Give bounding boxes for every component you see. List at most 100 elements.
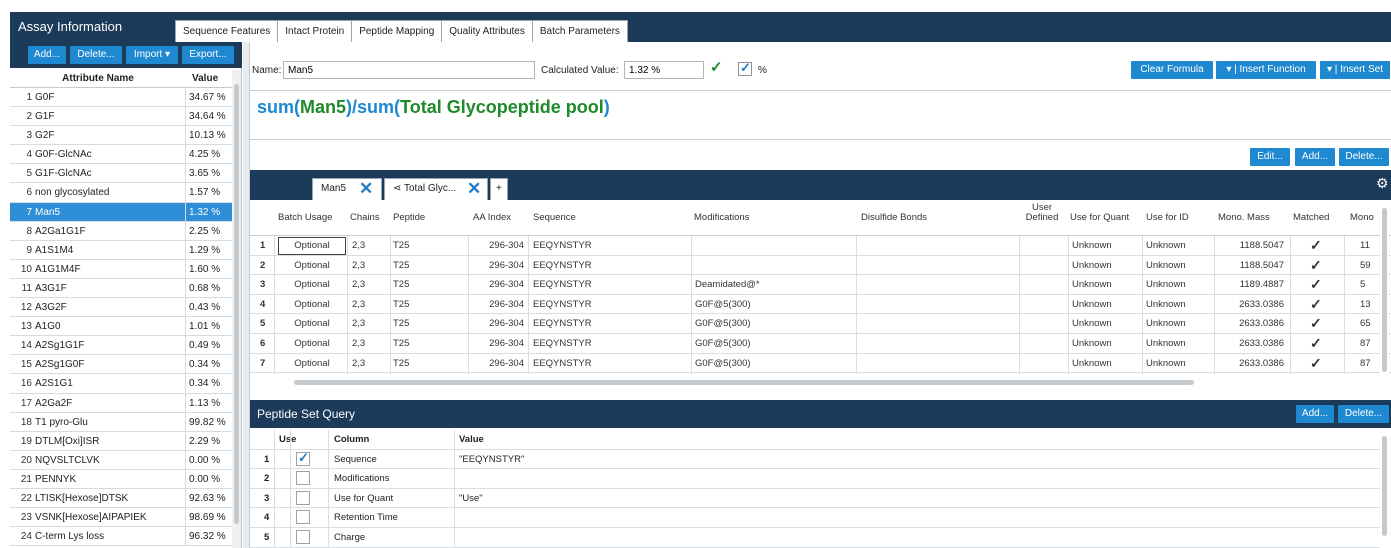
grid-header-aa-index[interactable]: AA Index: [473, 212, 511, 223]
tab-man5[interactable]: Man5 ✕: [312, 178, 382, 200]
tab-peptide-mapping[interactable]: Peptide Mapping: [351, 20, 443, 42]
grid-header-sequence[interactable]: Sequence: [533, 212, 576, 223]
grid-header-modifications[interactable]: Modifications: [694, 212, 749, 223]
attribute-row[interactable]: 18 T1 pyro-Glu 99.82 %: [10, 412, 232, 432]
attribute-row[interactable]: 15 A2Sg1G0F 0.34 %: [10, 355, 232, 375]
grid-header-peptide[interactable]: Peptide: [393, 212, 425, 223]
attribute-row[interactable]: 12 A3G2F 0.43 %: [10, 298, 232, 318]
import-button[interactable]: Import ▾: [126, 46, 178, 64]
close-icon[interactable]: ✕: [359, 179, 373, 199]
query-scroll-thumb[interactable]: [1382, 436, 1387, 536]
attribute-row[interactable]: 19 DTLM[Oxi]ISR 2.29 %: [10, 431, 232, 451]
tab-total-glycopeptide[interactable]: ⋖ Total Glyc... ✕: [384, 178, 488, 200]
clear-formula-button[interactable]: Clear Formula: [1131, 61, 1213, 79]
attribute-row[interactable]: 13 A1G0 1.01 %: [10, 317, 232, 337]
batch-usage-cell[interactable]: Optional: [278, 354, 346, 374]
attribute-row[interactable]: 8 A2Ga1G1F 2.25 %: [10, 221, 232, 241]
batch-usage-cell[interactable]: Optional: [278, 237, 346, 255]
attribute-value-header[interactable]: Value: [186, 70, 232, 87]
query-row[interactable]: 3 Use for Quant "Use": [250, 489, 1380, 509]
attribute-row[interactable]: 21 PENNYK 0.00 %: [10, 469, 232, 489]
query-row[interactable]: 1 ✓ Sequence "EEQYNSTYR": [250, 450, 1380, 470]
edit-button[interactable]: Edit...: [1250, 148, 1290, 166]
grid-header-use-for-id[interactable]: Use for ID: [1146, 212, 1189, 223]
grid-header-mono-mass[interactable]: Mono. Mass: [1218, 212, 1270, 223]
attribute-scrollbar[interactable]: [232, 70, 241, 548]
insert-set-button[interactable]: ▾ | Insert Set: [1320, 61, 1390, 79]
batch-usage-cell[interactable]: Optional: [278, 275, 346, 295]
use-checkbox[interactable]: [296, 490, 310, 505]
attribute-row[interactable]: 24 C-term Lys loss 96.32 %: [10, 527, 232, 547]
export-button[interactable]: Export...: [182, 46, 234, 64]
add-button[interactable]: Add...: [1295, 148, 1335, 166]
use-checkbox[interactable]: [296, 471, 310, 486]
attribute-name-header[interactable]: Attribute Name: [10, 70, 186, 87]
query-add-button[interactable]: Add...: [1296, 405, 1334, 423]
grid-header-disulfide-bonds[interactable]: Disulfide Bonds: [861, 212, 927, 223]
grid-vertical-thumb[interactable]: [1382, 208, 1387, 372]
add-attribute-button[interactable]: Add...: [28, 46, 66, 64]
grid-header-user-defined[interactable]: User Defined: [1024, 203, 1060, 223]
grid-header-batch-usage[interactable]: Batch Usage: [278, 212, 332, 223]
grid-header-chains[interactable]: Chains: [350, 212, 380, 223]
attribute-row[interactable]: 20 NQVSLTCLVK 0.00 %: [10, 450, 232, 470]
attribute-row[interactable]: 2 G1F 34.64 %: [10, 107, 232, 127]
table-row[interactable]: 1 Optional 2,3 T25 296-304 EEQYNSTYR Unknown Un…: [250, 236, 1391, 256]
percent-checkbox[interactable]: ✓: [738, 60, 752, 76]
attribute-row[interactable]: 17 A2Ga2F 1.13 %: [10, 393, 232, 413]
insert-function-button[interactable]: ▾ | Insert Function: [1216, 61, 1316, 79]
attribute-row[interactable]: 3 G2F 10.13 %: [10, 126, 232, 146]
query-scrollbar[interactable]: [1380, 430, 1389, 548]
table-row[interactable]: 6 Optional 2,3 T25 296-304 EEQYNSTYR G0F@5(300…: [250, 334, 1391, 354]
grid-header-use-for-quant[interactable]: Use for Quant: [1070, 212, 1129, 223]
close-icon[interactable]: ✕: [467, 179, 481, 199]
table-row[interactable]: 3 Optional 2,3 T25 296-304 EEQYNSTYR Deamidate…: [250, 275, 1391, 295]
attribute-row[interactable]: 14 A2Sg1G1F 0.49 %: [10, 336, 232, 356]
batch-usage-cell[interactable]: Optional: [278, 295, 346, 315]
attribute-row[interactable]: 4 G0F-GlcNAc 4.25 %: [10, 145, 232, 165]
tab-quality-attributes[interactable]: Quality Attributes: [441, 20, 533, 42]
attribute-row[interactable]: 10 A1G1M4F 1.60 %: [10, 259, 232, 279]
query-delete-button[interactable]: Delete...: [1338, 405, 1389, 423]
grid-vertical-scrollbar[interactable]: [1380, 202, 1389, 378]
formula-editor[interactable]: sum(Man5)/sum(Total Glycopeptide pool): [250, 90, 1391, 140]
tab-sequence-features[interactable]: Sequence Features: [175, 20, 279, 42]
attribute-row[interactable]: 11 A3G1F 0.68 %: [10, 278, 232, 299]
attribute-row[interactable]: 23 VSNK[Hexose]AIPAPIEK 98.69 %: [10, 508, 232, 528]
attribute-row[interactable]: 5 G1F-GlcNAc 3.65 %: [10, 164, 232, 184]
use-checkbox[interactable]: [296, 530, 310, 544]
tab-intact-protein[interactable]: Intact Protein: [277, 20, 353, 42]
attribute-row[interactable]: 9 A1S1M4 1.29 %: [10, 240, 232, 260]
table-row[interactable]: 7 Optional 2,3 T25 296-304 EEQYNSTYR G0F@5(300…: [250, 354, 1391, 374]
batch-usage-cell[interactable]: Optional: [278, 314, 346, 334]
grid-header-matched[interactable]: Matched: [1293, 212, 1329, 223]
attribute-row[interactable]: 6 non glycosylated 1.57 %: [10, 183, 232, 203]
use-checkbox[interactable]: ✓: [296, 450, 310, 466]
query-row[interactable]: 5 Charge: [250, 528, 1380, 548]
delete-attribute-button[interactable]: Delete...: [70, 46, 122, 64]
use-checkbox[interactable]: [296, 510, 310, 525]
tab-batch-parameters[interactable]: Batch Parameters: [531, 20, 628, 42]
query-value-cell[interactable]: "EEQYNSTYR": [459, 450, 524, 469]
table-row[interactable]: 5 Optional 2,3 T25 296-304 EEQYNSTYR G0F@5(300…: [250, 314, 1391, 334]
delete-button[interactable]: Delete...: [1339, 148, 1389, 166]
attribute-row[interactable]: 1 G0F 34.67 %: [10, 88, 232, 108]
table-row[interactable]: 4 Optional 2,3 T25 296-304 EEQYNSTYR G0F@5(300…: [250, 295, 1391, 315]
grid-horizontal-scrollbar[interactable]: [286, 378, 1376, 386]
grid-horizontal-thumb[interactable]: [294, 380, 1194, 385]
attribute-row[interactable]: 22 LTISK[Hexose]DTSK 92.63 %: [10, 488, 232, 509]
query-row[interactable]: 4 Retention Time: [250, 508, 1380, 528]
add-tab-button[interactable]: +: [490, 178, 508, 200]
name-input[interactable]: [283, 61, 535, 79]
batch-usage-cell[interactable]: Optional: [278, 256, 346, 276]
batch-usage-cell[interactable]: Optional: [278, 334, 346, 354]
calculated-value-input[interactable]: [624, 61, 704, 79]
query-row[interactable]: 2 Modifications: [250, 469, 1380, 489]
panel-splitter[interactable]: [243, 42, 250, 548]
grid-header-mono[interactable]: Mono: [1350, 212, 1374, 223]
attribute-row[interactable]: 16 A2S1G1 0.34 %: [10, 374, 232, 394]
attribute-scroll-thumb[interactable]: [234, 84, 239, 524]
attribute-row[interactable]: 7 Man5 1.32 %: [10, 202, 232, 222]
query-value-cell[interactable]: "Use": [459, 489, 483, 508]
gear-icon[interactable]: ⚙: [1376, 175, 1389, 192]
